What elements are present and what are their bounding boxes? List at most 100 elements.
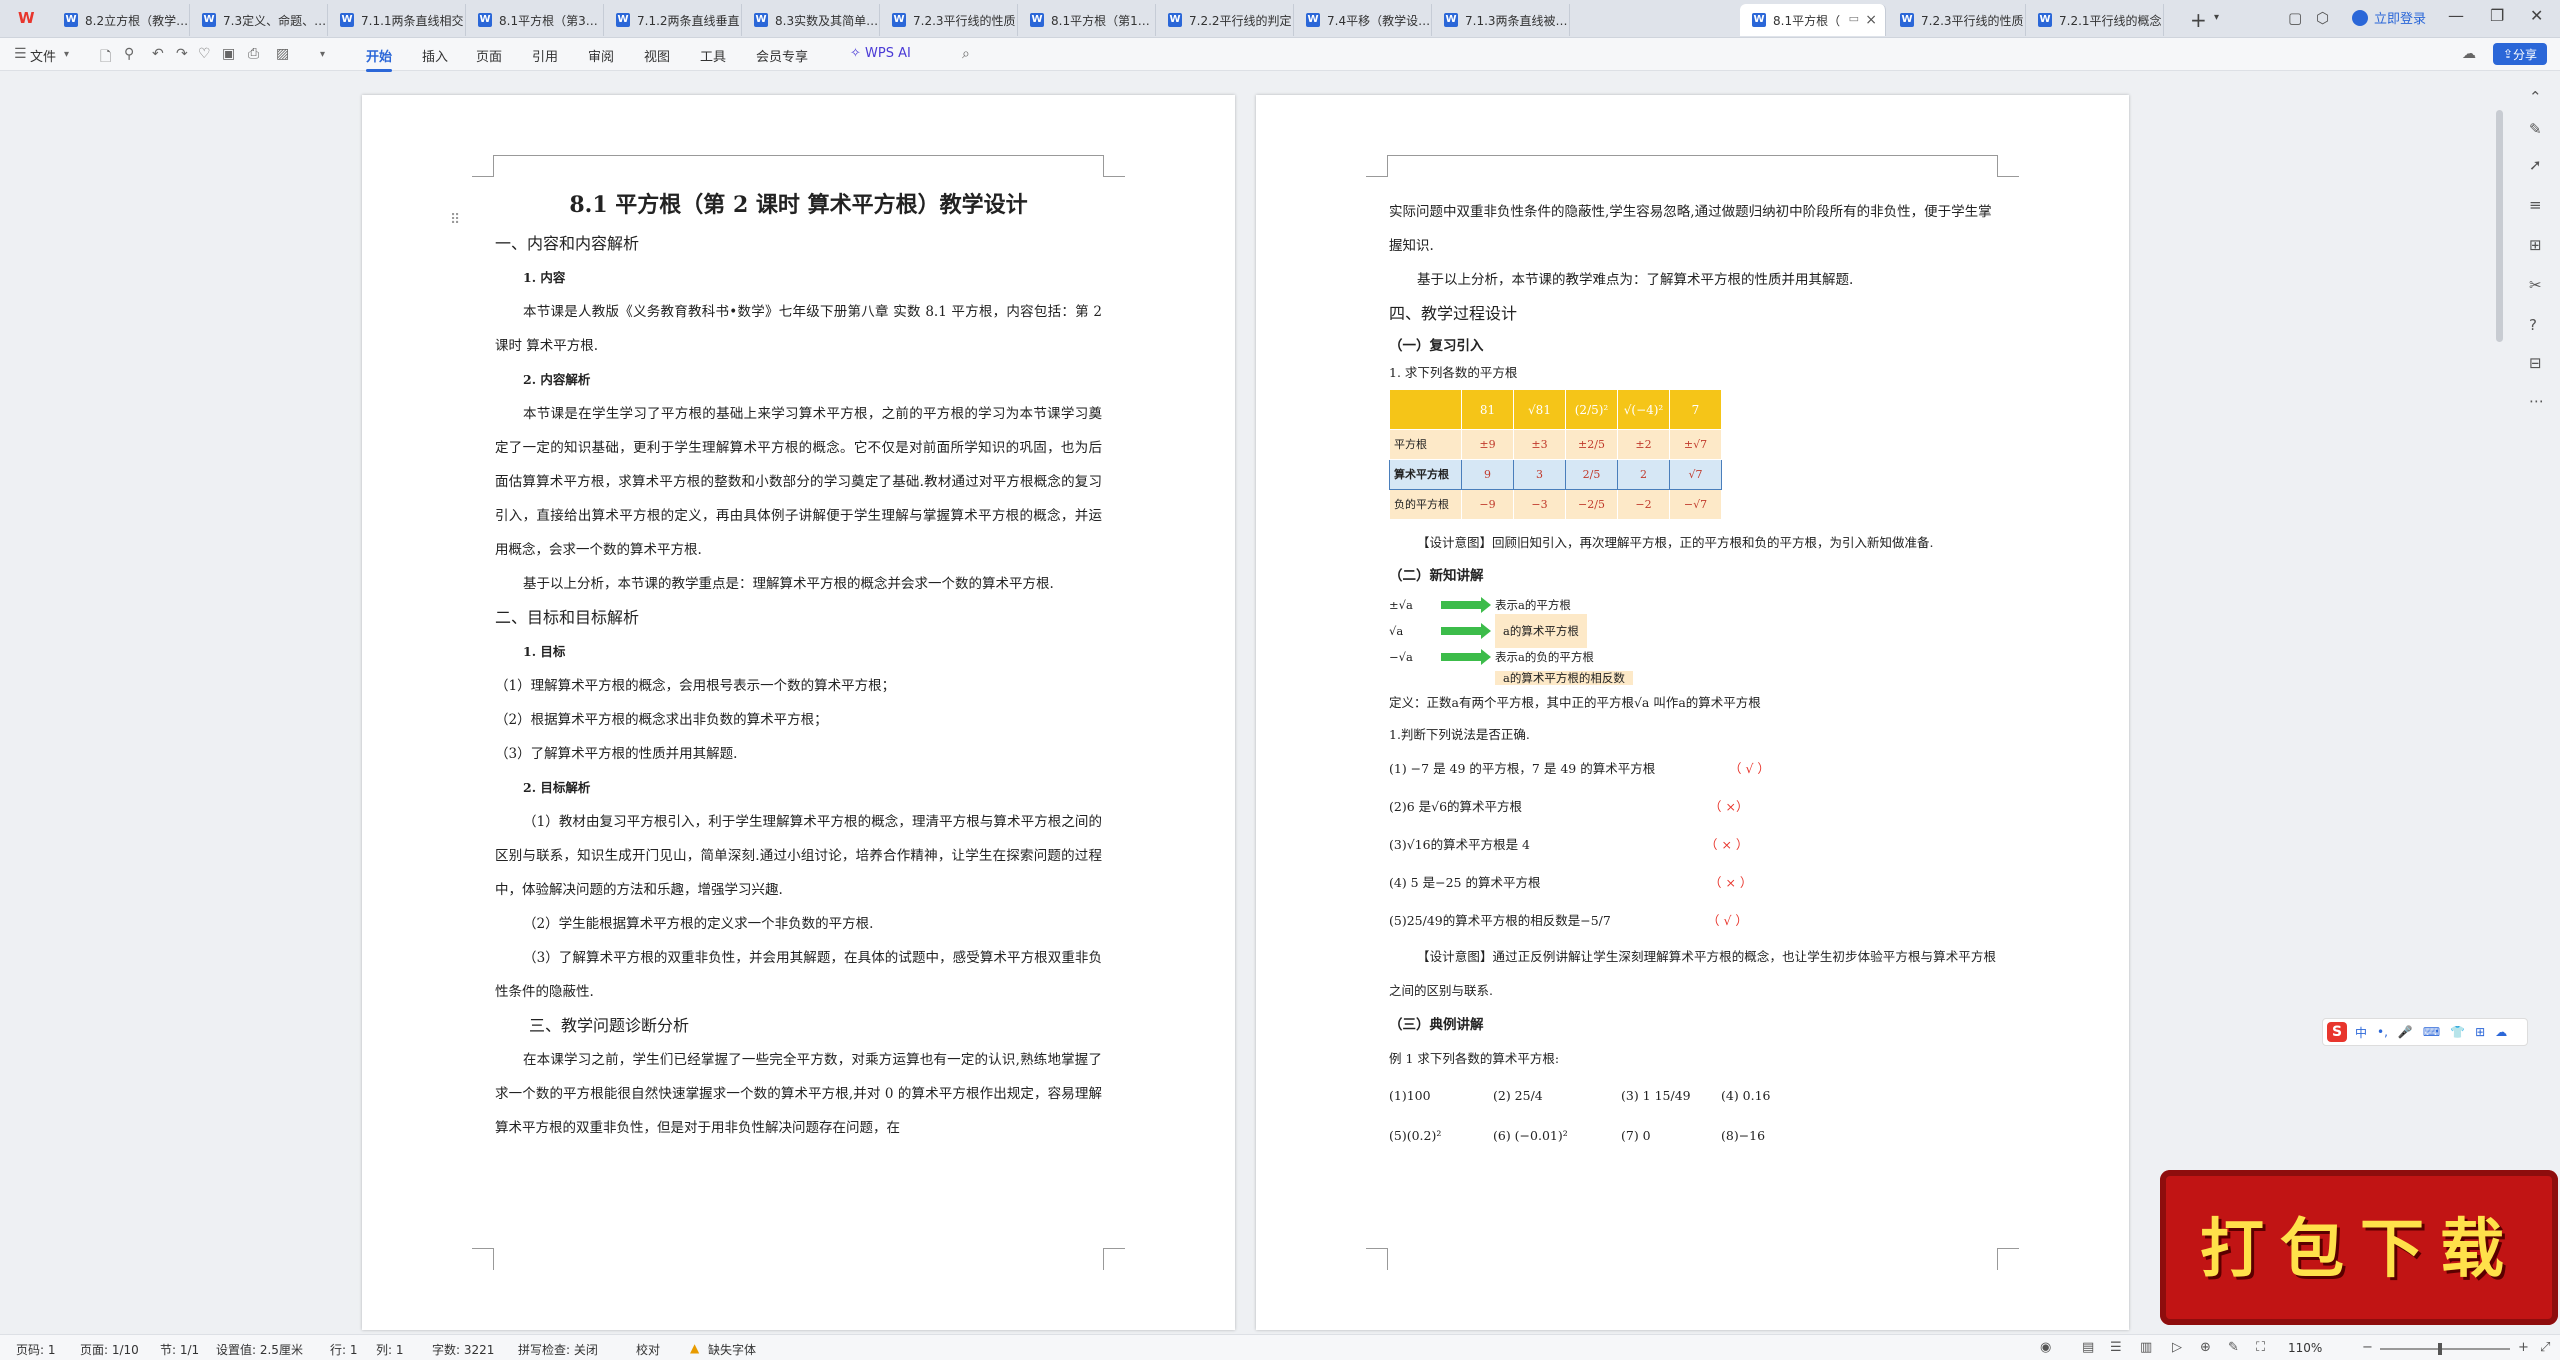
play-icon[interactable]: ▷ <box>2172 1340 2182 1355</box>
chevron-down-icon[interactable]: ▾ <box>320 49 325 60</box>
reading-view-icon[interactable]: ▥ <box>2140 1340 2152 1355</box>
document-page-1[interactable]: ⠿ 8.1 平方根（第 2 课时 算术平方根）教学设计 一、内容和内容解析 1.… <box>362 95 1235 1330</box>
print-icon[interactable]: ⎙ <box>248 46 259 62</box>
microphone-icon[interactable]: 🎤 <box>2398 1025 2413 1039</box>
judge-item[interactable]: (4) 5 是−25 的算术平方根（ × ） <box>1389 864 1996 902</box>
zoom-slider-knob[interactable] <box>2438 1343 2442 1355</box>
file-menu[interactable]: 文件 <box>30 46 56 65</box>
judge-item[interactable]: (1) −7 是 49 的平方根，7 是 49 的算术平方根（ √ ） <box>1389 750 1996 788</box>
fullscreen-icon[interactable]: ⤢ <box>2540 1340 2550 1355</box>
tab-insert[interactable]: 插入 <box>422 46 448 65</box>
chevron-up-icon[interactable]: ⌃ <box>2529 88 2542 106</box>
design-intent[interactable]: 【设计意图】回顾旧知引入，再次理解平方根，正的平方根和负的平方根，为引入新知做准… <box>1389 526 1996 560</box>
pen-icon[interactable]: ✎ <box>2228 1340 2239 1355</box>
tab-review[interactable]: 审阅 <box>588 46 614 65</box>
save-icon[interactable]: 🗋 <box>100 46 111 70</box>
tab-reference[interactable]: 引用 <box>532 46 558 65</box>
judge-item[interactable]: (5)25/49的算术平方根的相反数是−5/7 （ √ ） <box>1389 902 1996 940</box>
status-section[interactable]: 节: 1/1 <box>160 1341 199 1358</box>
document-page-2[interactable]: 实际问题中双重非负性条件的隐蔽性,学生容易忽略,通过做题归纳初中阶段所有的非负性… <box>1256 95 2129 1330</box>
format-icon[interactable]: ⊞ <box>2529 236 2542 254</box>
close-window-icon[interactable]: ✕ <box>2530 6 2543 25</box>
new-tab-plus-icon[interactable]: + <box>2190 8 2207 32</box>
search-icon[interactable]: ⌕ <box>962 46 970 62</box>
example-row[interactable]: (5)(0.2)² (6) (−0.01)² (7) 0 (8)−16 <box>1389 1116 1996 1156</box>
section-heading[interactable]: 三、教学问题诊断分析 <box>495 1009 1102 1043</box>
paragraph[interactable]: 本节课是在学生学习了平方根的基础上来学习算术平方根，之前的平方根的学习为本节课学… <box>495 397 1102 567</box>
download-promo-banner[interactable]: 打包下载 <box>2160 1170 2558 1325</box>
status-proof[interactable]: 校对 <box>636 1341 660 1358</box>
doc-tab[interactable]: W 7.1.1两条直线相交 <box>328 4 466 36</box>
settings-sliders-icon[interactable]: ≡ <box>2529 196 2542 214</box>
doc-tab-active[interactable]: W 8.1平方根（ ▭ × <box>1740 4 1886 36</box>
document-title[interactable]: 8.1 平方根（第 2 课时 算术平方根）教学设计 <box>495 187 1102 223</box>
paragraph[interactable]: 在本课学习之前，学生们已经掌握了一些完全平方数，对乘方运算也有一定的认识,熟练地… <box>495 1043 1102 1145</box>
doc-tab[interactable]: W 8.2立方根（教学设计 <box>52 4 190 36</box>
more-icon[interactable]: ⋯ <box>2529 392 2544 410</box>
keyboard-icon[interactable]: ⌨ <box>2423 1025 2440 1039</box>
doc-tab[interactable]: W 7.2.3平行线的性质 <box>1888 4 2026 36</box>
doc-tab[interactable]: W 7.2.1平行线的概念 <box>2026 4 2164 36</box>
chevron-down-icon[interactable]: ▾ <box>2214 12 2219 23</box>
paragraph[interactable]: （1）教材由复习平方根引入，利于学生理解算术平方根的概念，理清平方根与算术平方根… <box>495 805 1102 907</box>
paragraph[interactable]: 基于以上分析，本节课的教学重点是：理解算术平方根的概念并会求一个数的算术平方根. <box>495 567 1102 601</box>
example-row[interactable]: (1)100 (2) 25/4 (3) 1 15/49 (4) 0.16 <box>1389 1076 1996 1116</box>
punctuation-icon[interactable]: •, <box>2377 1025 2388 1039</box>
skin-icon[interactable]: 👕 <box>2450 1025 2465 1039</box>
subsection-heading[interactable]: （二）新知讲解 <box>1389 560 1996 592</box>
judge-item[interactable]: (3)√16的算术平方根是 4 （ × ） <box>1389 826 1996 864</box>
subsection-heading[interactable]: （一）复习引入 <box>1389 331 1996 361</box>
paragraph[interactable]: 实际问题中双重非负性条件的隐蔽性,学生容易忽略,通过做题归纳初中阶段所有的非负性… <box>1389 195 1996 263</box>
tab-home[interactable]: 开始 <box>366 46 393 72</box>
tab-member[interactable]: 会员专享 <box>756 46 808 65</box>
share-button[interactable]: ⇪ 分享 <box>2493 43 2547 65</box>
pen-icon[interactable]: ✎ <box>2529 120 2542 138</box>
zoom-in-icon[interactable]: + <box>2518 1340 2529 1355</box>
image-icon[interactable]: ▨ <box>276 46 289 62</box>
cursor-icon[interactable]: ➚ <box>2529 156 2542 174</box>
design-intent[interactable]: 【设计意图】通过正反例讲解让学生深刻理解算术平方根的概念，也让学生初步体验平方根… <box>1389 940 1996 1008</box>
status-page[interactable]: 页码: 1 <box>16 1341 56 1358</box>
subsection-heading[interactable]: 1. 内容 <box>495 261 1102 295</box>
subsection-heading[interactable]: （三）典例讲解 <box>1389 1008 1996 1042</box>
apps-icon[interactable]: ⊞ <box>2475 1025 2485 1039</box>
question[interactable]: 1. 求下列各数的平方根 <box>1389 361 1996 385</box>
tab-tools[interactable]: 工具 <box>700 46 726 65</box>
section-heading[interactable]: 四、教学过程设计 <box>1389 297 1996 331</box>
vertical-scrollbar[interactable] <box>2496 110 2503 342</box>
wps-logo-icon[interactable]: W <box>18 9 40 29</box>
status-setval[interactable]: 设置值: 2.5厘米 <box>216 1341 303 1358</box>
doc-tab[interactable]: W 8.1平方根（第1课时 <box>1018 4 1156 36</box>
subsection-heading[interactable]: 2. 内容解析 <box>495 363 1102 397</box>
format-painter-icon[interactable]: ♡ <box>198 46 211 62</box>
doc-tab[interactable]: W 8.3实数及其简单运算 <box>742 4 880 36</box>
paragraph[interactable]: 本节课是人教版《义务教育教科书•数学》七年级下册第八章 实数 8.1 平方根，内… <box>495 295 1102 363</box>
more-icon[interactable]: ☁ <box>2495 1025 2507 1039</box>
restore-icon[interactable]: ❐ <box>2490 6 2504 25</box>
window-layout-icon[interactable]: ▢ <box>2288 9 2302 27</box>
menu-icon[interactable]: ☰ <box>14 46 27 62</box>
section-heading[interactable]: 二、目标和目标解析 <box>495 601 1102 635</box>
redo-icon[interactable]: ↷ <box>176 46 188 62</box>
tab-view[interactable]: 视图 <box>644 46 670 65</box>
export-pdf-icon[interactable]: ▣ <box>222 46 235 62</box>
search-replace-icon[interactable]: ⚲ <box>124 46 134 62</box>
eye-icon[interactable]: ◉ <box>2040 1340 2051 1355</box>
fit-page-icon[interactable]: ⛶ <box>2256 1340 2265 1355</box>
status-missing-font[interactable]: 缺失字体 <box>708 1341 756 1358</box>
square-root-table[interactable]: 81 √81 (2/5)² √(−4)² 7 平方根 ±9 ±3 ±2/5 ±2… <box>1389 389 1722 520</box>
close-tab-icon[interactable]: × <box>1865 12 1877 28</box>
goal-item[interactable]: （1）理解算术平方根的概念，会用根号表示一个数的算术平方根； <box>495 669 1102 703</box>
paragraph[interactable]: 基于以上分析，本节课的教学难点为：了解算术平方根的性质并用其解题. <box>1389 263 1996 297</box>
cloud-sync-icon[interactable]: ☁ <box>2462 46 2476 62</box>
zoom-slider[interactable] <box>2380 1348 2510 1350</box>
ime-toolbar[interactable]: S 中 •, 🎤 ⌨ 👕 ⊞ ☁ <box>2322 1018 2528 1046</box>
doc-tab[interactable]: W 7.2.2平行线的判定 <box>1156 4 1294 36</box>
drag-handle-icon[interactable]: ⠿ <box>450 212 460 228</box>
wps-ai-button[interactable]: ✧ WPS AI <box>850 46 911 61</box>
example[interactable]: 例 1 求下列各数的算术平方根: <box>1389 1042 1996 1076</box>
paragraph[interactable]: （3）了解算术平方根的双重非负性，并会用其解题，在具体的试题中，感受算术平方根双… <box>495 941 1102 1009</box>
login-button[interactable]: 立即登录 <box>2352 8 2426 27</box>
cube-icon[interactable]: ⬡ <box>2316 9 2329 27</box>
status-row[interactable]: 行: 1 <box>330 1341 358 1358</box>
